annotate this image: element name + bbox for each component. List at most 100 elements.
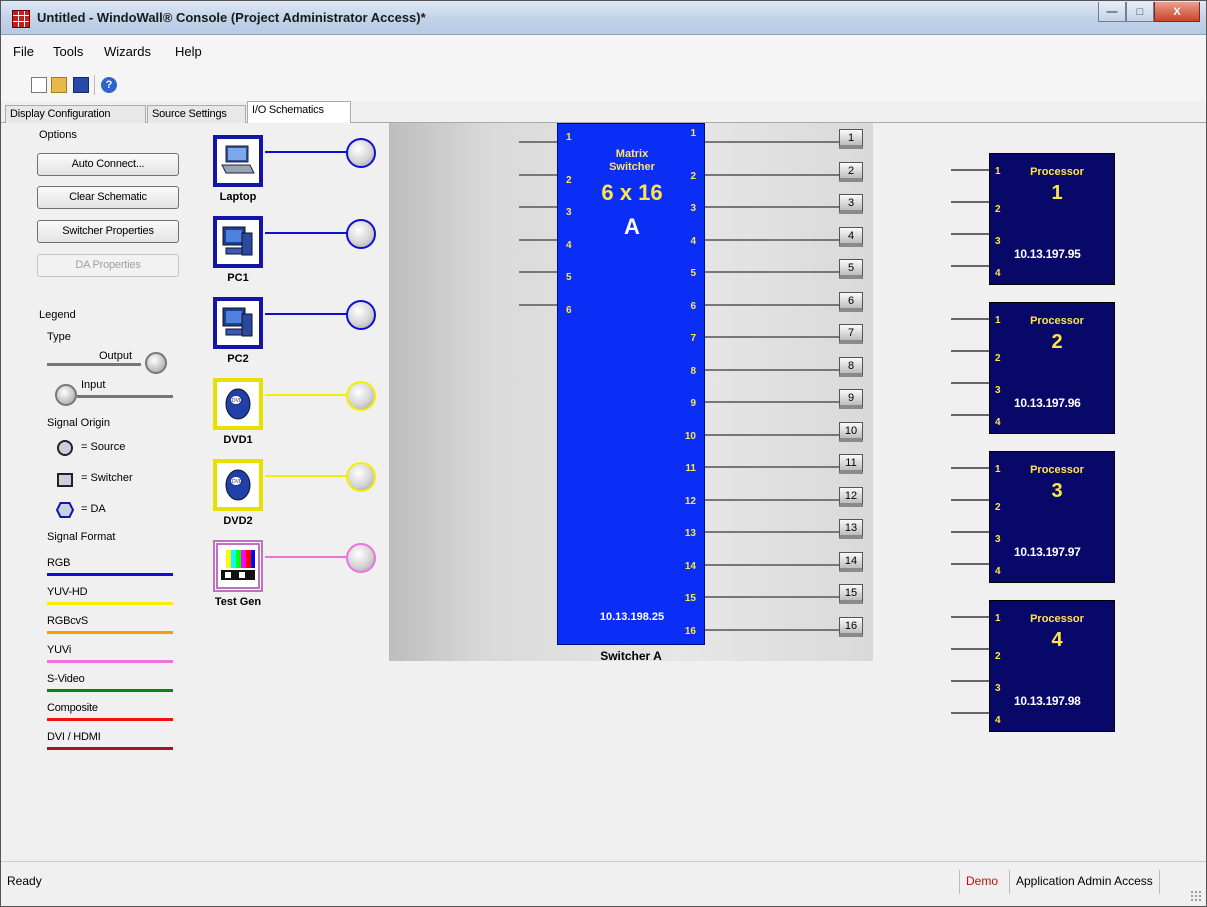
output-connector-button[interactable]: 1 [839,129,863,149]
signal-format-line [47,689,173,692]
processor-port: 2 [995,502,1001,513]
processor-input-line [951,531,989,533]
da-properties-button[interactable]: DA Properties [37,254,179,277]
source-output-line [265,556,349,558]
switcher-label: Switcher A [600,649,662,663]
menu-wizards[interactable]: Wizards [104,44,151,59]
test-pattern-icon [219,548,257,585]
source-dvd2[interactable]: DVD [213,459,263,511]
legend-switcher-label: = Switcher [81,472,133,484]
processor-block[interactable]: Processor 1 10.13.197.95 1 2 3 4 [989,153,1115,285]
menu-tools[interactable]: Tools [53,44,83,59]
matrix-output-line [705,206,839,208]
source-pc2[interactable] [213,297,263,349]
processor-number: 2 [1051,331,1063,353]
processor-port: 4 [995,715,1001,726]
processor-ip: 10.13.197.97 [1014,545,1081,559]
matrix-input-line [519,271,557,273]
processor-port: 1 [995,464,1001,475]
matrix-output-line [705,173,839,176]
source-output-knob-icon[interactable] [346,543,376,573]
tab-source-settings[interactable]: Source Settings [147,105,246,123]
signal-origin-heading: Signal Origin [47,417,110,429]
resize-grip-icon[interactable] [1190,890,1202,902]
source-pc1[interactable] [213,216,263,268]
minimize-button[interactable]: — [1098,2,1126,22]
source-output-knob-icon[interactable] [346,219,376,249]
output-connector-button[interactable]: 6 [839,291,863,312]
processor-port: 4 [995,566,1001,577]
status-bar: Ready Demo Application Admin Access [1,861,1206,906]
output-connector-button[interactable]: 4 [839,226,863,247]
tab-io-schematics[interactable]: I/O Schematics [247,101,351,124]
source-laptop[interactable] [213,135,263,187]
switcher-properties-button[interactable]: Switcher Properties [37,220,179,243]
processor-input-line [951,680,989,682]
tab-strip: Display Configuration Source Settings I/… [1,101,1206,124]
processor-block[interactable]: Processor 4 10.13.197.98 1 2 3 4 [989,600,1115,732]
output-connector-button[interactable]: 7 [839,324,863,344]
matrix-title-line1: Matrix [615,148,649,160]
menu-bar: File Tools Wizards Help [1,35,1206,63]
new-icon[interactable] [31,77,47,93]
matrix-output-port: 3 [690,203,696,214]
open-icon[interactable] [51,77,67,93]
output-connector-button[interactable]: 14 [839,551,863,572]
output-connector-button[interactable]: 16 [839,616,863,637]
close-button[interactable]: X [1154,2,1200,22]
processor-number: 1 [1051,182,1063,204]
auto-connect-button[interactable]: Auto Connect... [37,153,179,176]
matrix-input-line [519,303,557,306]
processor-number: 4 [1051,629,1063,651]
processor-input-line [951,201,989,203]
source-output-line [265,475,349,477]
output-connector-button[interactable]: 5 [839,259,863,279]
source-test-gen[interactable] [213,540,263,592]
output-connector-button[interactable]: 13 [839,519,863,539]
matrix-output-port: 8 [690,365,696,377]
maximize-button[interactable]: □ [1126,2,1154,22]
processor-number: 3 [1051,480,1063,502]
clear-schematic-button[interactable]: Clear Schematic [37,186,179,209]
signal-format-heading: Signal Format [47,531,116,543]
output-connector-button[interactable]: 15 [839,584,863,604]
output-connector-button[interactable]: 9 [839,389,863,409]
source-output-knob-icon[interactable] [346,138,376,168]
processor-port: 1 [995,315,1001,326]
signal-format-line [47,631,173,634]
source-dvd1[interactable]: DVD [213,378,263,430]
source-output-knob-icon[interactable] [346,300,376,330]
processor-block[interactable]: Processor 3 10.13.197.97 1 2 3 4 [989,451,1115,583]
output-connector-button[interactable]: 10 [839,421,863,442]
processor-ip: 10.13.197.95 [1014,247,1081,261]
source-output-line [265,232,349,234]
source-output-line [265,313,349,315]
title-bar[interactable]: Untitled - WindoWall® Console (Project A… [1,1,1206,35]
source-output-knob-icon[interactable] [346,462,376,492]
matrix-input-port: 4 [566,239,572,251]
tab-display-configuration[interactable]: Display Configuration [5,105,146,123]
processor-input-line [951,382,989,384]
source-output-line [265,151,349,153]
source-output-knob-icon[interactable] [346,381,376,411]
matrix-output-port: 14 [684,560,696,572]
output-connector-button[interactable]: 11 [839,454,863,474]
output-knob-icon [145,352,167,374]
menu-help[interactable]: Help [175,44,202,59]
output-connector-button[interactable]: 2 [839,161,863,182]
legend-da-label: = DA [81,503,106,515]
matrix-output-port: 15 [684,593,696,604]
output-connector-button[interactable]: 12 [839,486,863,507]
save-icon[interactable] [73,77,89,93]
source-label: Laptop [219,191,257,203]
signal-format-line [47,660,173,663]
help-icon[interactable]: ? [101,77,117,93]
io-schematics-panel: Options Auto Connect... Clear Schematic … [1,123,1206,861]
legend-heading: Legend [39,309,76,321]
processor-block[interactable]: Processor 2 10.13.197.96 1 2 3 4 [989,302,1115,434]
output-connector-button[interactable]: 8 [839,356,863,377]
matrix-output-port: 13 [684,528,696,539]
matrix-switcher-block[interactable]: Matrix Switcher 6 x 16 A 10.13.198.25 12… [557,123,705,645]
output-connector-button[interactable]: 3 [839,194,863,214]
menu-file[interactable]: File [13,44,34,59]
